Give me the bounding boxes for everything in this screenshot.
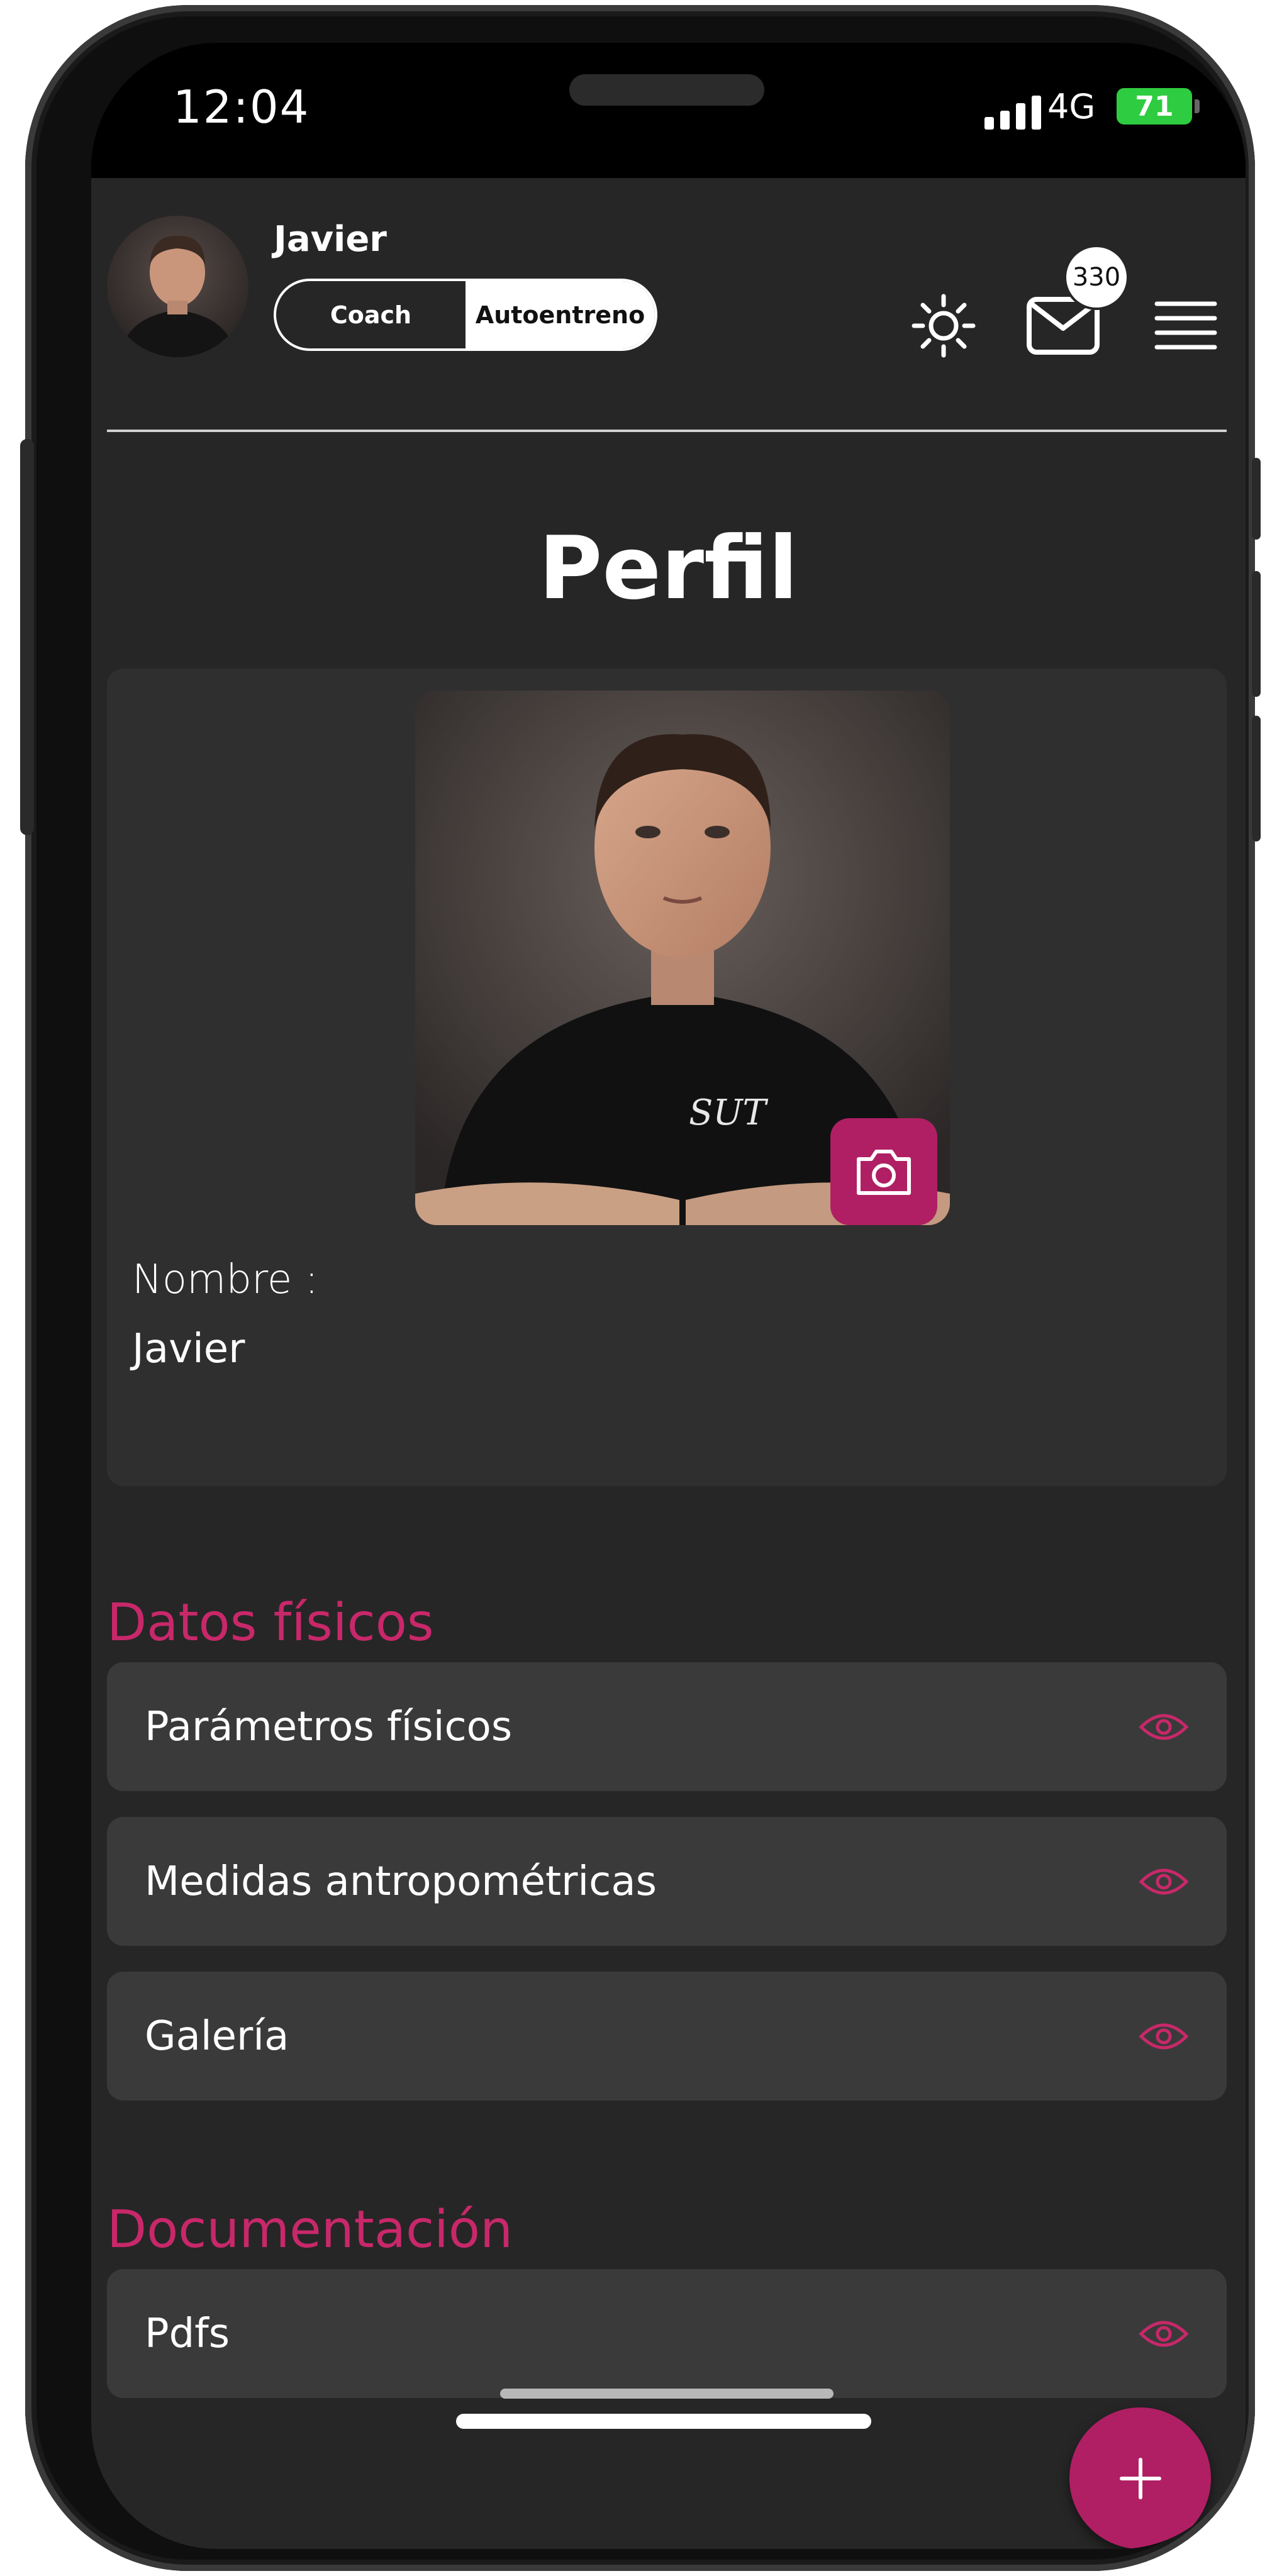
name-value: Javier (132, 1326, 245, 1372)
plus-icon (1119, 2457, 1161, 2499)
section-title-datos-fisicos: Datos físicos (107, 1593, 434, 1653)
mail-badge: 330 (1066, 247, 1127, 308)
phone-frame: 12:04 4G 71 Javier Coach Autoentreno 330… (20, 5, 1261, 2571)
header-divider (107, 430, 1227, 432)
home-indicator-shadow (500, 2389, 834, 2399)
battery-icon: 71 (1117, 88, 1200, 125)
list-item-label: Parámetros físicos (145, 1703, 513, 1750)
status-time: 12:04 (173, 80, 310, 133)
mode-toggle[interactable]: Coach Autoentreno (274, 279, 657, 351)
page-title: Perfil (538, 518, 798, 619)
eye-icon[interactable] (1139, 2315, 1189, 2353)
network-type: 4G (1047, 87, 1096, 126)
hamburger-menu-icon[interactable] (1148, 285, 1224, 367)
list-item-pdfs[interactable]: Pdfs (107, 2269, 1227, 2398)
list-item-label: Pdfs (145, 2310, 230, 2357)
phone-side-button-left (20, 439, 34, 835)
shirt-text: SUT (689, 1092, 769, 1133)
eye-icon[interactable] (1139, 1708, 1189, 1746)
mode-option-autoentreno[interactable]: Autoentreno (466, 281, 655, 348)
camera-icon (857, 1150, 911, 1195)
signal-icon (984, 94, 1041, 130)
avatar[interactable] (107, 216, 248, 357)
user-name: Javier (274, 219, 387, 260)
app-content: Javier Coach Autoentreno 330 Perfil SUT … (91, 178, 1246, 2549)
list-item-parametros-fisicos[interactable]: Parámetros físicos (107, 1662, 1227, 1791)
list-item-medidas-antropometricas[interactable]: Medidas antropométricas (107, 1817, 1227, 1946)
mode-option-coach[interactable]: Coach (276, 281, 466, 348)
phone-screen: 12:04 4G 71 Javier Coach Autoentreno 330… (91, 43, 1246, 2549)
sun-icon[interactable] (903, 285, 984, 367)
profile-card: SUT Nombre : Javier (107, 669, 1227, 1486)
notch (349, 43, 991, 153)
phone-side-button-right-3 (1252, 716, 1261, 841)
camera-button[interactable] (830, 1118, 937, 1225)
list-item-label: Medidas antropométricas (145, 1858, 657, 1905)
name-label: Nombre : (132, 1257, 319, 1303)
speaker (569, 74, 764, 106)
phone-side-button-right-1 (1252, 458, 1261, 540)
section-title-documentacion: Documentación (107, 2200, 513, 2260)
list-item-label: Galería (145, 2012, 289, 2060)
list-item-galeria[interactable]: Galería (107, 1972, 1227, 2101)
home-indicator[interactable] (456, 2414, 871, 2429)
add-button[interactable] (1069, 2407, 1211, 2549)
status-bar: 12:04 4G 71 (91, 43, 1246, 178)
phone-side-button-right-2 (1252, 571, 1261, 697)
battery-level: 71 (1135, 90, 1174, 123)
eye-icon[interactable] (1139, 1863, 1189, 1901)
eye-icon[interactable] (1139, 2018, 1189, 2055)
